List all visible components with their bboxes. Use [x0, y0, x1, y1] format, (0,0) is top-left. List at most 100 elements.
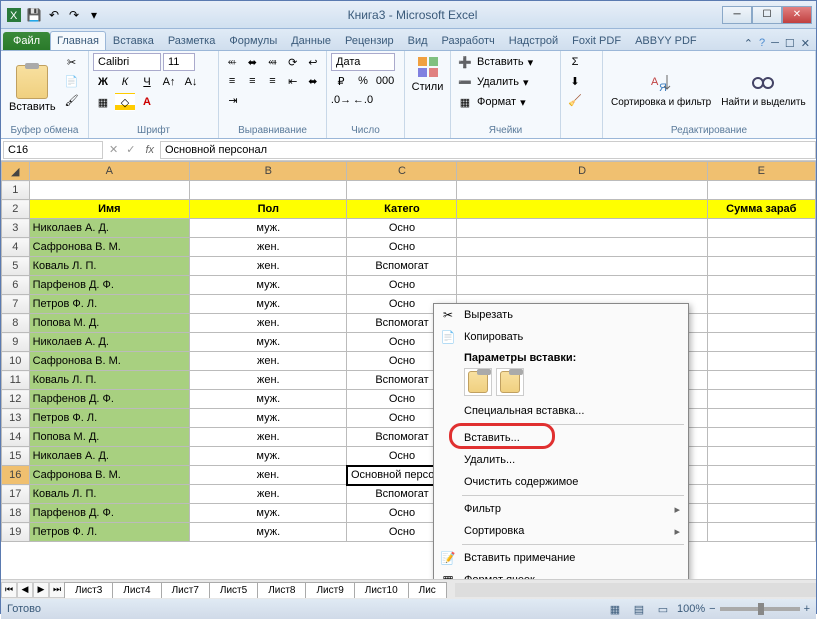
maximize-button[interactable]: ☐ — [752, 6, 782, 24]
row-header[interactable]: 4 — [2, 238, 30, 257]
row-header[interactable]: 15 — [2, 447, 30, 466]
copy-icon[interactable]: 📄 — [62, 72, 82, 90]
row-header[interactable]: 17 — [2, 485, 30, 504]
ctx-paste-special[interactable]: Специальная вставка... — [434, 400, 688, 422]
cell[interactable] — [457, 238, 707, 257]
cell[interactable] — [707, 504, 815, 523]
row-header[interactable]: 18 — [2, 504, 30, 523]
merge-icon[interactable]: ⬌ — [304, 72, 322, 90]
clear-icon[interactable]: 🧹 — [565, 91, 585, 109]
ctx-clear[interactable]: Очистить содержимое — [434, 471, 688, 493]
cell[interactable] — [707, 485, 815, 504]
col-header[interactable]: E — [707, 162, 815, 181]
cell[interactable]: жен. — [190, 485, 347, 504]
cell[interactable] — [707, 238, 815, 257]
ctx-comment[interactable]: 📝Вставить примечание — [434, 547, 688, 569]
view-normal-icon[interactable]: ▦ — [605, 600, 625, 618]
cut-icon[interactable]: ✂ — [62, 53, 82, 71]
view-break-icon[interactable]: ▭ — [653, 600, 673, 618]
row-header[interactable]: 8 — [2, 314, 30, 333]
cell[interactable]: жен. — [190, 466, 347, 485]
cell[interactable]: муж. — [190, 333, 347, 352]
nav-last-icon[interactable]: ⏭ — [49, 582, 65, 598]
cell[interactable]: Осно — [347, 219, 457, 238]
underline-icon[interactable]: Ч — [137, 73, 157, 91]
tab-foxit[interactable]: Foxit PDF — [565, 31, 628, 50]
nav-first-icon[interactable]: ⏮ — [1, 582, 17, 598]
row-header[interactable]: 7 — [2, 295, 30, 314]
row-header[interactable]: 6 — [2, 276, 30, 295]
cell[interactable]: Сумма зараб — [707, 200, 815, 219]
cancel-fx-icon[interactable]: ✕ — [105, 143, 122, 156]
zoom-level[interactable]: 100% — [677, 603, 705, 615]
doc-min-icon[interactable]: ─ — [771, 37, 779, 50]
percent-icon[interactable]: % — [353, 72, 373, 90]
cell[interactable]: муж. — [190, 504, 347, 523]
inc-decimal-icon[interactable]: .0→ — [331, 91, 351, 109]
align-top-icon[interactable]: ⬴ — [223, 53, 241, 71]
row-header[interactable]: 11 — [2, 371, 30, 390]
indent-dec-icon[interactable]: ⇤ — [284, 72, 302, 90]
font-color-icon[interactable]: A — [137, 93, 157, 111]
tab-addins[interactable]: Надстрой — [502, 31, 565, 50]
save-icon[interactable]: 💾 — [25, 6, 43, 24]
ctx-delete[interactable]: Удалить... — [434, 449, 688, 471]
cell[interactable]: Коваль Л. П. — [29, 257, 190, 276]
row-header[interactable]: 5 — [2, 257, 30, 276]
minimize-ribbon-icon[interactable]: ⌃ — [744, 37, 753, 50]
align-mid-icon[interactable]: ⬌ — [243, 53, 261, 71]
ctx-copy[interactable]: 📄Копировать — [434, 326, 688, 348]
zoom-in-icon[interactable]: + — [804, 603, 810, 615]
shrink-font-icon[interactable]: A↓ — [181, 73, 201, 91]
cell[interactable] — [707, 257, 815, 276]
cell[interactable]: Вспомогат — [347, 257, 457, 276]
cell[interactable]: муж. — [190, 276, 347, 295]
indent-inc-icon[interactable]: ⇥ — [223, 91, 243, 109]
cell[interactable]: Сафронова В. М. — [29, 238, 190, 257]
worksheet-grid[interactable]: ◢ A B C D E 1 2 Имя Пол Катего Сумма зар… — [1, 161, 816, 579]
currency-icon[interactable]: ₽ — [331, 72, 351, 90]
cell[interactable] — [707, 409, 815, 428]
doc-restore-icon[interactable]: ☐ — [785, 37, 795, 50]
cell[interactable]: Парфенов Д. Ф. — [29, 504, 190, 523]
row-header[interactable]: 16 — [2, 466, 30, 485]
cell[interactable]: Парфенов Д. Ф. — [29, 390, 190, 409]
cell[interactable]: Коваль Л. П. — [29, 485, 190, 504]
formula-input[interactable]: Основной персонал — [160, 141, 816, 159]
sheet-tab[interactable]: Лист5 — [209, 582, 258, 598]
enter-fx-icon[interactable]: ✓ — [122, 143, 139, 156]
cell[interactable] — [707, 428, 815, 447]
cell[interactable] — [457, 219, 707, 238]
align-right-icon[interactable]: ≡ — [263, 72, 281, 90]
autosum-icon[interactable]: Σ — [565, 53, 585, 71]
cell[interactable]: жен. — [190, 314, 347, 333]
doc-close-icon[interactable]: ✕ — [801, 37, 810, 50]
fontsize-combo[interactable]: 11 — [163, 53, 195, 71]
tab-developer[interactable]: Разработч — [435, 31, 502, 50]
cell[interactable]: Имя — [29, 200, 190, 219]
italic-icon[interactable]: К — [115, 73, 135, 91]
cell[interactable]: муж. — [190, 295, 347, 314]
cell[interactable]: муж. — [190, 447, 347, 466]
col-header[interactable]: B — [190, 162, 347, 181]
cell[interactable]: Петров Ф. Л. — [29, 409, 190, 428]
cell[interactable] — [457, 200, 707, 219]
cell[interactable]: жен. — [190, 371, 347, 390]
comma-icon[interactable]: 000 — [375, 72, 395, 90]
row-header[interactable]: 1 — [2, 181, 30, 200]
cell[interactable] — [707, 371, 815, 390]
dec-decimal-icon[interactable]: ←.0 — [353, 91, 373, 109]
cell[interactable]: Пол — [190, 200, 347, 219]
cell[interactable]: Катего — [347, 200, 457, 219]
orientation-icon[interactable]: ⟳ — [284, 53, 302, 71]
cell[interactable]: Парфенов Д. Ф. — [29, 276, 190, 295]
help-icon[interactable]: ? — [759, 37, 765, 50]
delete-cell-icon[interactable]: ➖ — [455, 73, 475, 91]
nav-prev-icon[interactable]: ◀ — [17, 582, 33, 598]
row-header[interactable]: 2 — [2, 200, 30, 219]
row-header[interactable]: 14 — [2, 428, 30, 447]
row-header[interactable]: 9 — [2, 333, 30, 352]
cell[interactable] — [707, 523, 815, 542]
font-combo[interactable]: Calibri — [93, 53, 161, 71]
close-button[interactable]: ✕ — [782, 6, 812, 24]
